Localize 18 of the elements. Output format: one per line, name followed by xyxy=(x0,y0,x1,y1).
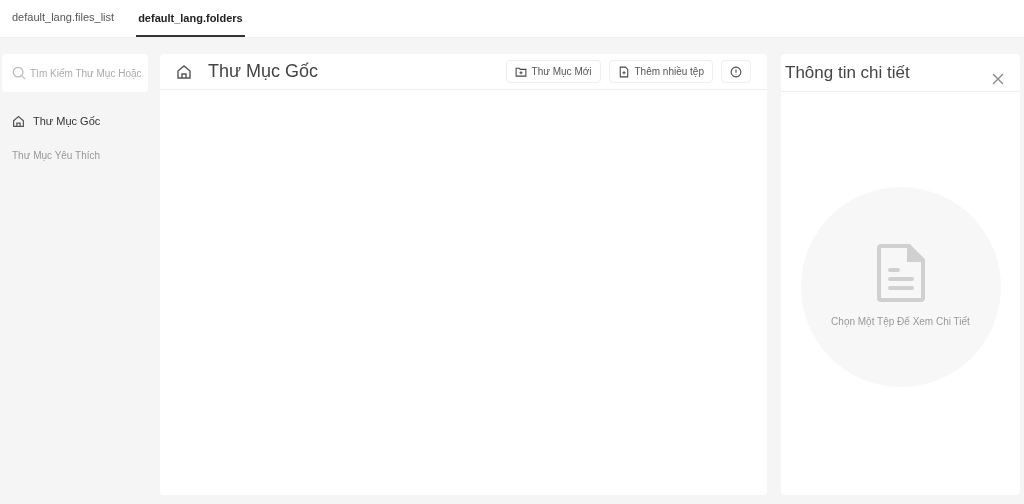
new-folder-button[interactable]: Thư Mục Mới xyxy=(505,60,601,83)
search-icon xyxy=(12,66,26,80)
document-icon xyxy=(876,244,925,302)
add-files-button[interactable]: Thêm nhiều tệp xyxy=(608,60,713,83)
info-icon xyxy=(730,65,742,78)
file-plus-icon xyxy=(617,65,630,78)
panel-title: Thông tin chi tiết xyxy=(785,61,910,84)
tab[interactable]: default_lang.folders xyxy=(136,0,245,37)
info-button[interactable] xyxy=(721,60,751,83)
page-title: Thư Mục Gốc xyxy=(208,60,319,83)
folder-plus-icon xyxy=(514,65,527,78)
close-icon[interactable] xyxy=(992,72,1004,85)
home-icon xyxy=(12,114,25,128)
tab[interactable]: default_lang.files_list xyxy=(12,0,115,37)
sidebar-item[interactable]: Thư Mục Gốc xyxy=(2,104,148,138)
home-icon[interactable] xyxy=(176,63,192,80)
empty-message: Chọn Một Tệp Để Xem Chi Tiết xyxy=(831,315,970,329)
search-field[interactable]: Tìm Kiếm Thư Mục Hoặc xyxy=(2,54,148,92)
